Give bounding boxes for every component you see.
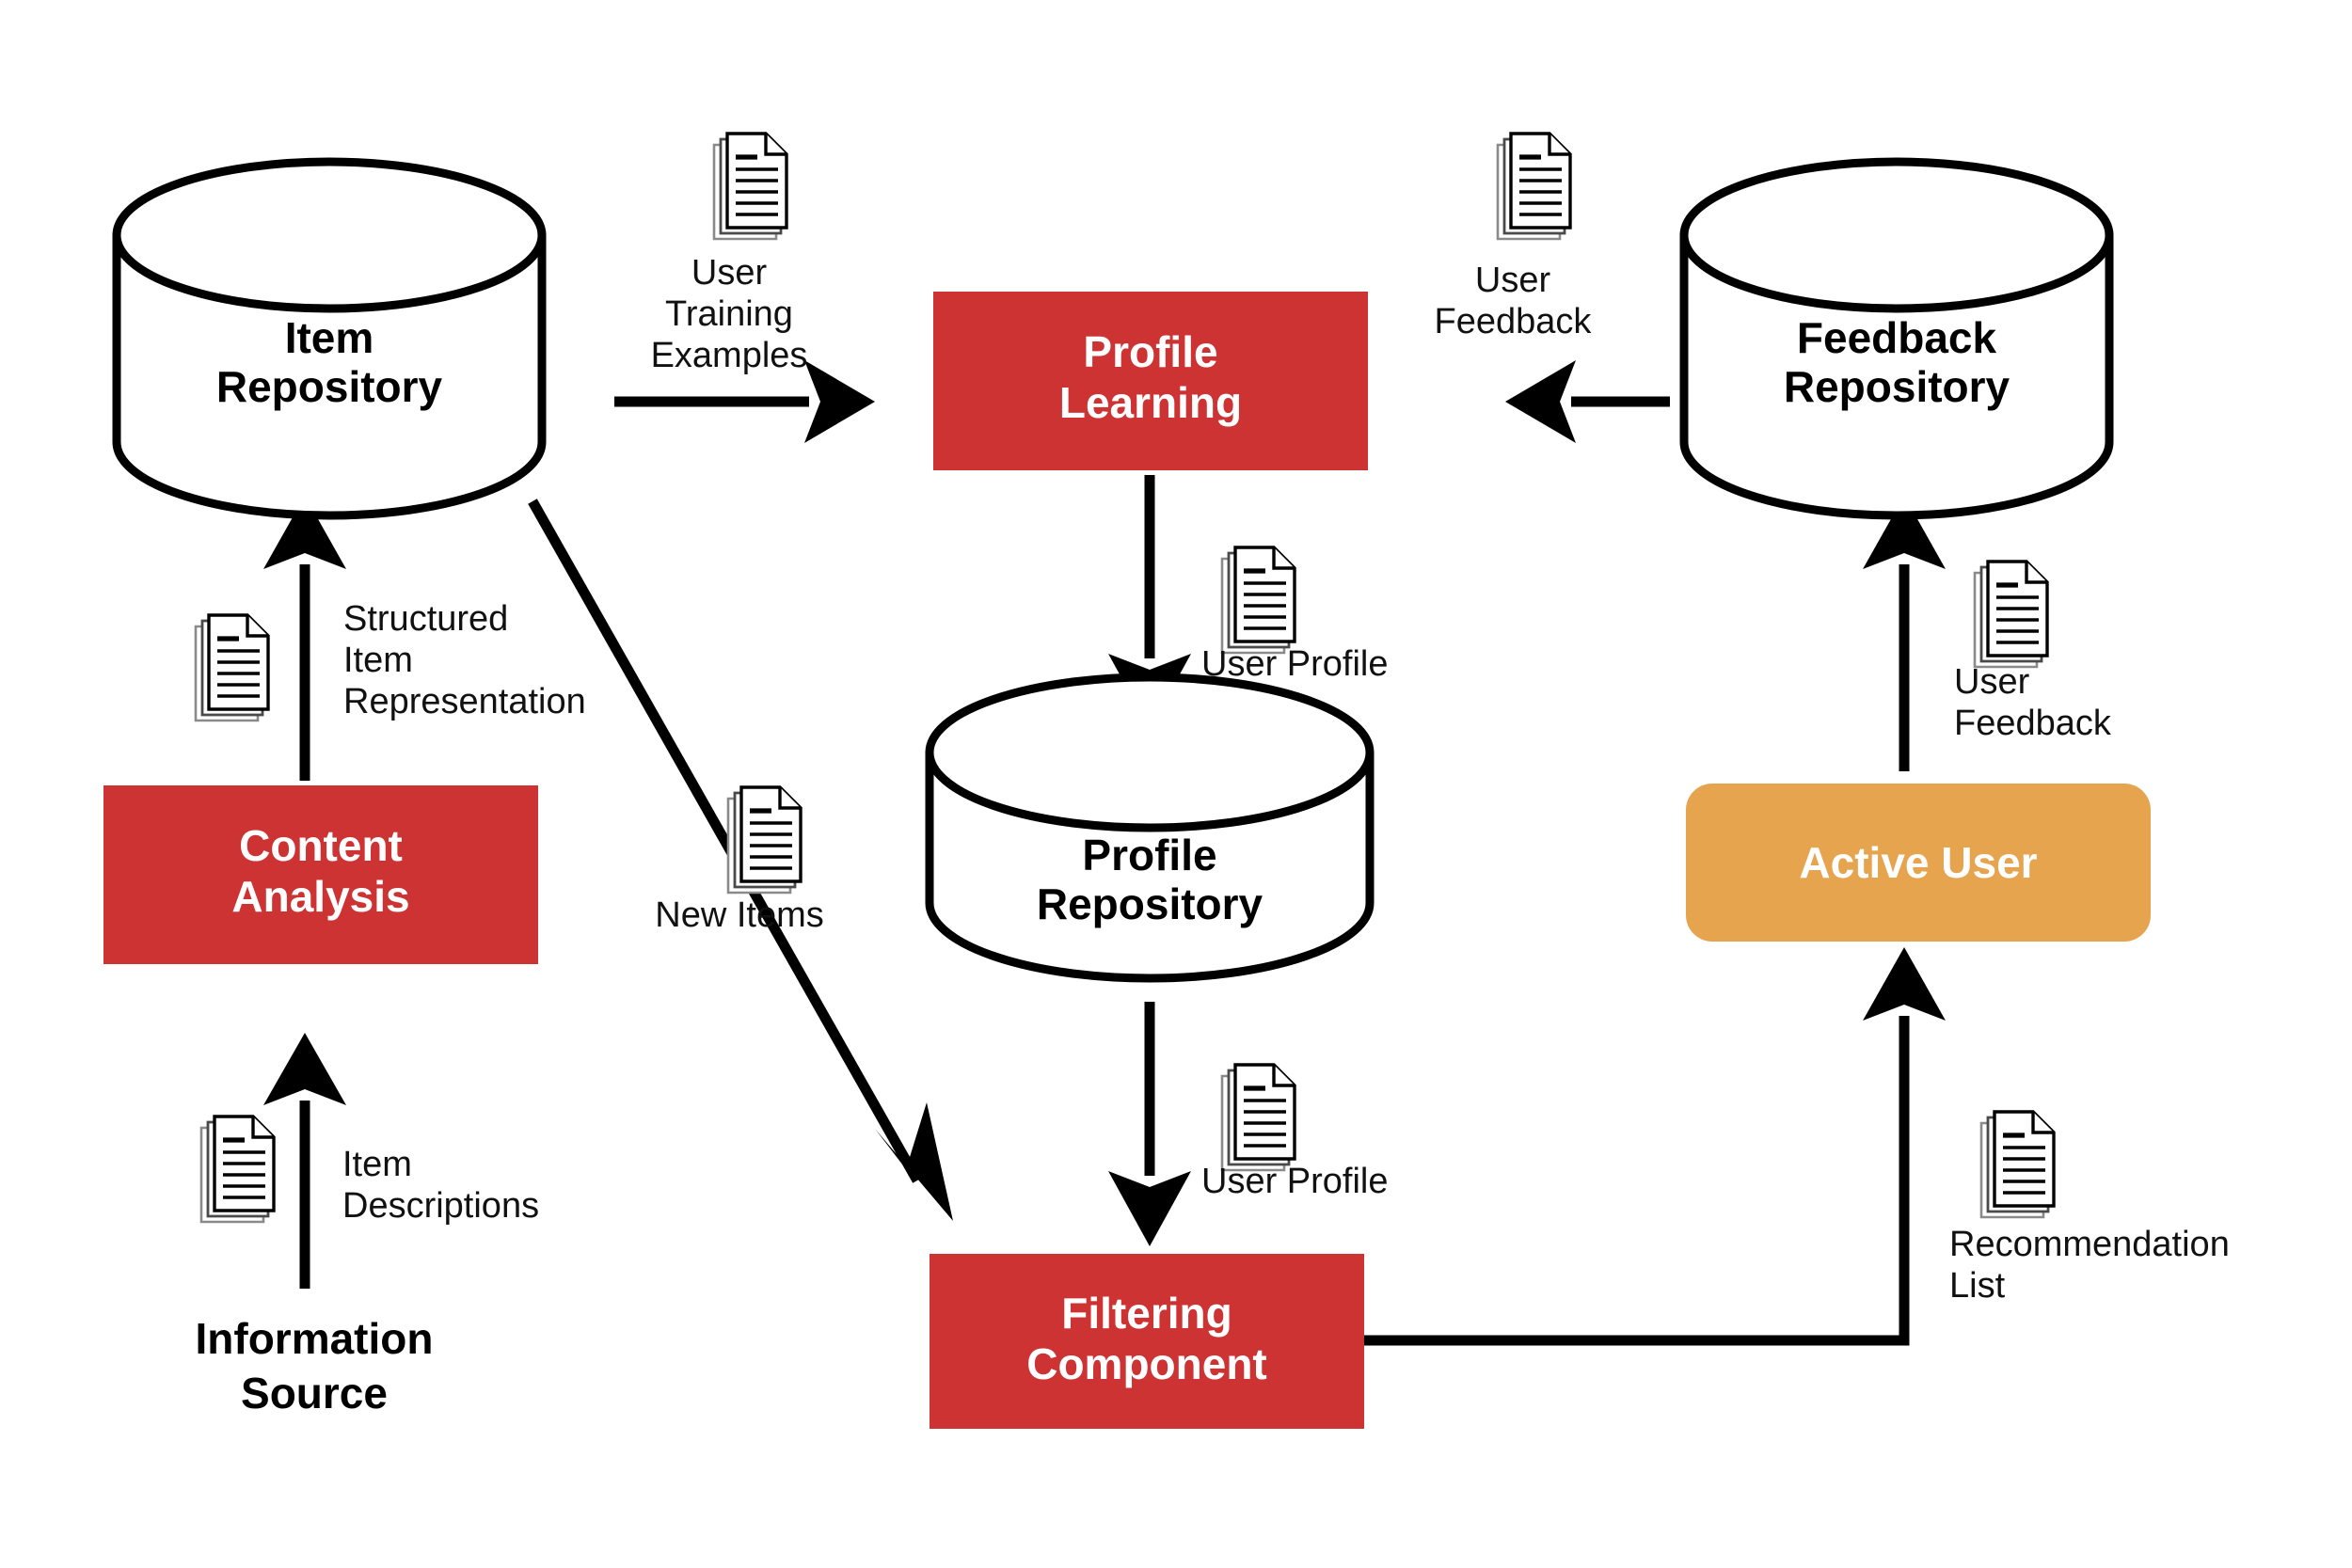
new-items-label: New Items: [655, 895, 823, 935]
user-feedback-right-line1: User: [1954, 662, 2030, 702]
document-stack-icon: [1498, 134, 1570, 239]
profile-learning-label-line1: Profile: [1083, 327, 1217, 376]
document-stack-icon: [1975, 562, 2047, 667]
connector-content-analysis-to-item-repo: [263, 496, 346, 781]
user-profile-upper-label: User Profile: [1201, 644, 1389, 684]
recommendation-list-line2: List: [1949, 1266, 2006, 1306]
information-source-label-line1: Information: [196, 1314, 434, 1363]
connector-information-source-to-content-analysis: [263, 1033, 346, 1289]
document-stack-icon: [1222, 1065, 1295, 1170]
connector-filtering-component-to-active-user: [1361, 947, 1946, 1340]
flow-recommendation-list: Recommendation List: [1949, 1112, 2230, 1306]
feedback-repository-label-line1: Feedback: [1797, 313, 1997, 362]
flow-user-training-examples: User Training Examples: [651, 134, 808, 375]
profile-repository-label-line1: Profile: [1082, 831, 1216, 879]
flow-item-descriptions: Item Descriptions: [201, 1117, 539, 1226]
node-profile-repository[interactable]: Profile Repository: [930, 677, 1370, 978]
flow-user-profile-lower: User Profile: [1201, 1065, 1389, 1201]
flow-user-feedback-top: User Feedback: [1435, 134, 1593, 341]
profile-repository-label-line2: Repository: [1037, 879, 1263, 928]
document-stack-icon: [714, 134, 787, 239]
structured-item-representation-line1: Structured: [343, 599, 508, 639]
item-repository-label-line1: Item: [285, 313, 374, 362]
flow-new-items: New Items: [655, 787, 823, 935]
document-stack-icon: [201, 1117, 274, 1222]
connector-active-user-to-feedback-repo: [1863, 496, 1946, 771]
node-item-repository[interactable]: Item Repository: [117, 162, 542, 515]
flow-user-feedback-right: User Feedback: [1954, 562, 2112, 743]
node-content-analysis[interactable]: Content Analysis: [103, 785, 538, 964]
content-analysis-label-line1: Content: [239, 821, 403, 870]
flow-structured-item-representation: Structured Item Representation: [196, 599, 586, 721]
item-descriptions-line1: Item: [342, 1145, 412, 1184]
document-stack-icon: [1981, 1112, 2054, 1217]
flow-user-profile-upper: User Profile: [1201, 547, 1389, 684]
user-feedback-top-line2: Feedback: [1435, 302, 1593, 341]
document-stack-icon: [1222, 547, 1295, 653]
structured-item-representation-line3: Representation: [343, 682, 586, 721]
node-profile-learning[interactable]: Profile Learning: [933, 292, 1368, 470]
user-profile-lower-label: User Profile: [1201, 1162, 1389, 1201]
item-repository-label-line2: Repository: [216, 362, 443, 411]
node-active-user[interactable]: Active User: [1686, 784, 2151, 942]
user-training-examples-line1: User: [691, 253, 768, 293]
diagram-canvas: Item Repository Profile Learning Feedbac…: [0, 0, 2352, 1568]
information-source-label-line2: Source: [241, 1369, 388, 1418]
node-filtering-component[interactable]: Filtering Component: [930, 1254, 1364, 1429]
user-training-examples-line3: Examples: [651, 336, 808, 375]
user-feedback-right-line2: Feedback: [1954, 704, 2112, 743]
feedback-repository-label-line2: Repository: [1784, 362, 2010, 411]
user-training-examples-line2: Training: [665, 294, 793, 334]
filtering-component-label-line1: Filtering: [1061, 1289, 1232, 1338]
filtering-component-label-line2: Component: [1026, 1339, 1267, 1388]
connector-profile-repo-to-filtering-component: [1108, 1002, 1191, 1246]
content-analysis-label-line2: Analysis: [231, 872, 409, 921]
document-stack-icon: [196, 615, 268, 721]
structured-item-representation-line2: Item: [343, 641, 413, 680]
node-feedback-repository[interactable]: Feedback Repository: [1684, 162, 2109, 515]
profile-learning-label-line2: Learning: [1059, 378, 1242, 427]
item-descriptions-line2: Descriptions: [342, 1186, 539, 1226]
active-user-label: Active User: [1799, 838, 2037, 887]
recommendation-list-line1: Recommendation: [1949, 1225, 2230, 1264]
architecture-diagram: Item Repository Profile Learning Feedbac…: [0, 0, 2352, 1568]
document-stack-icon: [728, 787, 801, 893]
connector-feedback-repo-to-profile-learning: [1505, 360, 1670, 443]
node-information-source: Information Source: [196, 1314, 434, 1418]
user-feedback-top-line1: User: [1475, 261, 1551, 300]
